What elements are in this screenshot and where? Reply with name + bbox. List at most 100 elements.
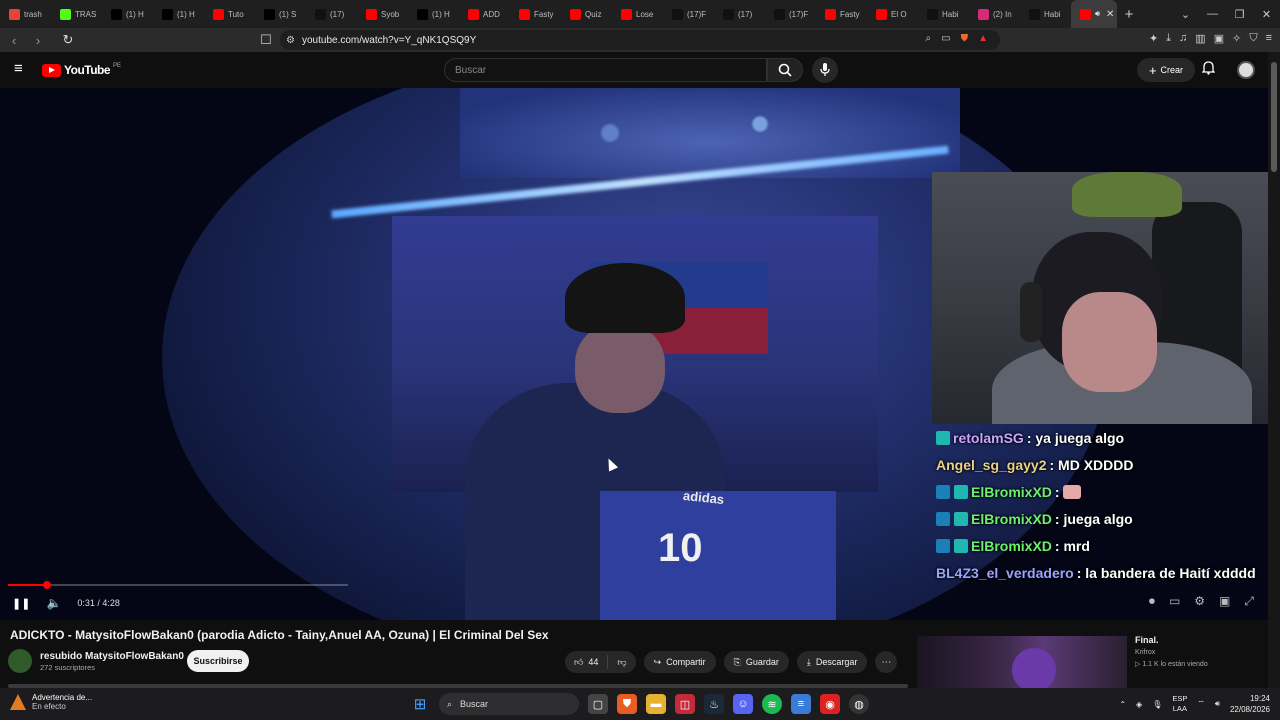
speaker-icon[interactable]: 🔊︎: [1215, 699, 1220, 709]
channel-avatar[interactable]: [8, 649, 32, 673]
more-actions-button[interactable]: ⋯: [875, 651, 898, 673]
browser-tab[interactable]: (1) H: [153, 0, 204, 28]
tray-overflow-icon[interactable]: ⌃: [1119, 700, 1126, 709]
browser-tab[interactable]: Fasty: [510, 0, 561, 28]
recommended-video-channel[interactable]: Krifrox: [1135, 649, 1155, 656]
bookmark-icon[interactable]: ☐: [256, 30, 276, 50]
page-scrollbar-thumb[interactable]: [1271, 62, 1277, 172]
browser-tab[interactable]: Habi: [1020, 0, 1071, 28]
close-tab-icon[interactable]: ✕: [1106, 9, 1114, 20]
browser-tab[interactable]: trash: [0, 0, 51, 28]
recommended-video-title[interactable]: Final.: [1135, 635, 1159, 645]
channel-name[interactable]: resubido MatysitoFlowBakan0: [40, 651, 184, 662]
progress-scrubber[interactable]: [43, 581, 52, 589]
task-view-icon[interactable]: ▢: [588, 694, 608, 714]
fullscreen-icon[interactable]: ⤢: [1244, 594, 1254, 609]
guide-menu-icon[interactable]: ≡: [14, 61, 28, 76]
progress-bar[interactable]: [8, 581, 348, 589]
browser-tab[interactable]: Habi: [918, 0, 969, 28]
browser-tab[interactable]: (17)F: [765, 0, 816, 28]
leo-icon[interactable]: ✧: [1232, 32, 1241, 45]
miniplayer-icon[interactable]: ▣: [1219, 594, 1230, 609]
mic-tray-icon[interactable]: 🎙︎: [1152, 700, 1162, 709]
new-tab-button[interactable]: +: [1117, 6, 1141, 23]
account-avatar[interactable]: [1237, 61, 1255, 79]
minimize-button[interactable]: —: [1199, 0, 1226, 28]
share-button[interactable]: ↪ Compartir: [643, 651, 716, 673]
browser-tab[interactable]: TRAS: [51, 0, 102, 28]
browser-tab[interactable]: (1) H: [102, 0, 153, 28]
browser-tab[interactable]: ADD: [459, 0, 510, 28]
browser-tab[interactable]: Lose: [612, 0, 663, 28]
taskbar-clock[interactable]: 19:24 22/08/2026: [1230, 693, 1270, 715]
create-button[interactable]: + Crear: [1137, 58, 1195, 82]
settings-gear-icon[interactable]: ⚙: [1194, 594, 1205, 609]
browser-tab[interactable]: Syob: [357, 0, 408, 28]
save-button[interactable]: ⎘ Guardar: [723, 651, 789, 673]
thumbs-up-icon: 👍︎: [574, 656, 584, 667]
site-info-icon[interactable]: ⚙: [286, 35, 295, 46]
notifications-bell-icon[interactable]: [1201, 61, 1216, 78]
search-input[interactable]: Buscar: [444, 58, 767, 82]
browser-tab[interactable]: (1) H: [408, 0, 459, 28]
autoplay-toggle-icon[interactable]: ⏺: [1149, 594, 1155, 609]
dislike-button[interactable]: 👎︎: [608, 651, 635, 673]
sidebar-icon[interactable]: ▥: [1195, 32, 1205, 45]
input-language[interactable]: ESP LAA: [1172, 694, 1187, 714]
back-button[interactable]: ‹: [4, 30, 24, 50]
media-icon[interactable]: ♫: [1179, 32, 1187, 45]
youtube-logo[interactable]: YouTube PE: [42, 63, 121, 77]
wallet-icon[interactable]: ▣: [1214, 32, 1224, 45]
wifi-icon[interactable]: ⌔: [1197, 699, 1205, 709]
maximize-button[interactable]: ❐: [1226, 0, 1253, 28]
file-explorer-icon[interactable]: ▬: [646, 694, 666, 714]
like-button[interactable]: 👍︎ 44: [565, 651, 607, 673]
browser-tab[interactable]: Quiz: [561, 0, 612, 28]
browser-tab-active[interactable]: 🔊︎ ✕: [1071, 0, 1117, 28]
obs-icon[interactable]: ◍: [849, 694, 869, 714]
browser-tab[interactable]: El O: [867, 0, 918, 28]
voice-search-button[interactable]: [812, 57, 838, 83]
notepad-icon[interactable]: ≡: [791, 694, 811, 714]
tab-search-icon[interactable]: ⌄: [1172, 0, 1199, 28]
cast-icon[interactable]: ▭: [941, 33, 950, 44]
taskbar-search[interactable]: ⌕ Buscar: [439, 693, 579, 715]
network-app-icon[interactable]: ◈: [1136, 700, 1142, 709]
address-bar[interactable]: ⚙ youtube.com/watch?v=Y_qNK1QSQ9Y ⌕ ▭ ⛊ …: [280, 30, 1000, 50]
media-app-icon[interactable]: ◉: [820, 694, 840, 714]
browser-tab[interactable]: (1) S: [255, 0, 306, 28]
page-scrollbar[interactable]: [1268, 52, 1280, 702]
streamer-webcam: [932, 172, 1268, 424]
search-button[interactable]: [767, 58, 803, 82]
browser-tab[interactable]: (17)F: [663, 0, 714, 28]
brave-browser-icon[interactable]: ⛊: [617, 694, 637, 714]
subtitles-icon[interactable]: ▭: [1169, 594, 1180, 609]
steam-icon[interactable]: ♨: [704, 694, 724, 714]
browser-tab[interactable]: (2) In: [969, 0, 1020, 28]
forward-button[interactable]: ›: [28, 30, 48, 50]
browser-tab[interactable]: (17): [714, 0, 765, 28]
browser-tab[interactable]: (17): [306, 0, 357, 28]
brave-rewards-icon[interactable]: ▲: [978, 33, 988, 44]
vpn-icon[interactable]: ⛉: [1249, 32, 1257, 45]
close-window-button[interactable]: ✕: [1253, 0, 1280, 28]
browser-tab[interactable]: Tuto: [204, 0, 255, 28]
browser-tab[interactable]: Fasty: [816, 0, 867, 28]
video-player[interactable]: adidas 10 retolamSG: ya juega algo Angel_…: [0, 88, 1268, 620]
pause-icon[interactable]: ❚❚: [12, 597, 30, 610]
volume-icon[interactable]: 🔈: [46, 596, 61, 610]
windows-start-icon[interactable]: ⊞: [410, 694, 430, 714]
weather-widget[interactable]: Advertencia de... En efecto: [10, 693, 92, 711]
discord-icon[interactable]: ☺: [733, 694, 753, 714]
downloads-icon[interactable]: ⤓: [1166, 32, 1171, 45]
extensions-icon[interactable]: ✦: [1149, 32, 1158, 45]
brave-shield-icon[interactable]: ⛊: [961, 33, 969, 44]
reload-button[interactable]: ↻: [58, 30, 78, 50]
zoom-icon[interactable]: ⌕: [926, 33, 932, 44]
recommended-video-thumbnail[interactable]: [917, 636, 1127, 688]
spotify-icon[interactable]: ≋: [762, 694, 782, 714]
subscribe-button[interactable]: Suscribirse: [187, 650, 249, 672]
menu-icon[interactable]: ≡: [1266, 32, 1272, 45]
download-button[interactable]: ⤓ Descargar: [796, 651, 868, 673]
photos-app-icon[interactable]: ◫: [675, 694, 695, 714]
